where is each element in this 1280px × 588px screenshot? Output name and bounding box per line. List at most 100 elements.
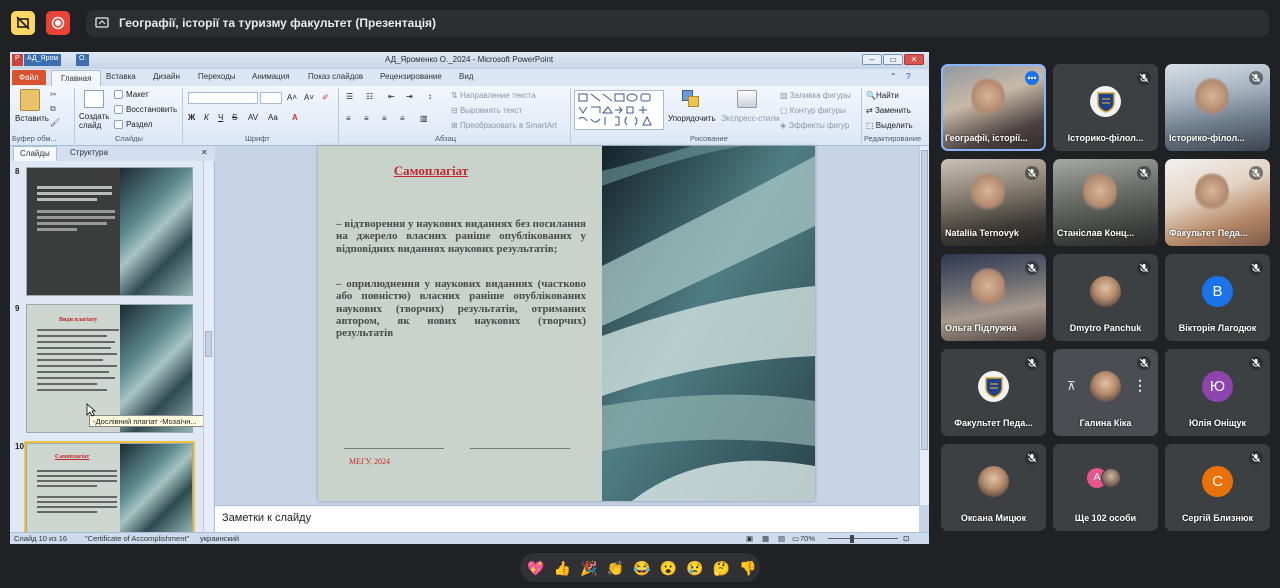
participant-tile[interactable]: Факультет Педа... bbox=[941, 349, 1046, 436]
reaction-sad-icon[interactable]: 😢 bbox=[686, 559, 704, 577]
font-size-box[interactable] bbox=[260, 92, 282, 104]
reaction-thumbs-up-icon[interactable]: 👍 bbox=[554, 559, 572, 577]
arrange-button[interactable]: Упорядочить bbox=[668, 114, 716, 123]
text-direction-button[interactable]: ⇅ Направление текста bbox=[451, 91, 536, 100]
tab-slideshow[interactable]: Показ слайдов bbox=[308, 72, 363, 81]
reaction-clap-icon[interactable]: 👏 bbox=[607, 559, 625, 577]
tab-slides[interactable]: Слайды bbox=[13, 146, 57, 161]
pin-icon[interactable]: ⊼ bbox=[1067, 379, 1076, 393]
participant-tile[interactable]: С Сергій Близнюк bbox=[1165, 444, 1270, 531]
tab-home[interactable]: Главная bbox=[51, 70, 102, 86]
notes-pane[interactable]: Заметки к слайду bbox=[215, 505, 919, 532]
slide-thumbnail-selected[interactable]: Самоплагіат bbox=[24, 441, 195, 535]
more-options-icon[interactable]: ⋮ bbox=[1133, 377, 1147, 394]
zoom-level[interactable]: 70% bbox=[800, 534, 815, 543]
participant-tile[interactable]: Географії, історії... bbox=[941, 64, 1046, 151]
slideshow-view-icon[interactable]: ▭ bbox=[792, 534, 799, 543]
shape-effects-button[interactable]: ◈ Эффекты фигур bbox=[780, 121, 849, 130]
participant-tile[interactable]: Історико-філол... bbox=[1053, 64, 1158, 151]
reset-button[interactable]: Восстановить bbox=[126, 105, 177, 114]
indent-icon[interactable]: ⇥ bbox=[406, 92, 413, 101]
cut-icon[interactable]: ✂ bbox=[50, 90, 57, 99]
participant-tile[interactable]: Ольга Підлужна bbox=[941, 254, 1046, 341]
copy-icon[interactable]: ⧉ bbox=[50, 104, 56, 114]
tab-transitions[interactable]: Переходы bbox=[198, 72, 236, 81]
align-right-icon[interactable]: ≡ bbox=[382, 114, 387, 123]
tab-outline[interactable]: Структура bbox=[70, 148, 108, 157]
sorter-view-icon[interactable]: ▦ bbox=[762, 534, 769, 543]
slide-thumbnail[interactable]: Види плагіату bbox=[26, 304, 193, 433]
participant-tile[interactable]: Факультет Педа... bbox=[1165, 159, 1270, 246]
shapes-gallery[interactable] bbox=[574, 90, 664, 130]
tab-animation[interactable]: Анимация bbox=[252, 72, 290, 81]
editor-scrollbar[interactable] bbox=[919, 146, 929, 505]
line-spacing-icon[interactable]: ↕ bbox=[428, 92, 432, 101]
record-button[interactable] bbox=[46, 11, 70, 35]
reaction-surprised-icon[interactable]: 😮 bbox=[660, 559, 678, 577]
maximize-button[interactable]: ▭ bbox=[883, 54, 903, 65]
scrollbar-thumb[interactable] bbox=[921, 150, 928, 450]
grow-font-icon[interactable]: A˄ bbox=[287, 93, 297, 102]
shrink-font-icon[interactable]: A˅ bbox=[304, 93, 314, 102]
font-name-box[interactable] bbox=[188, 92, 258, 104]
task-chip-2[interactable]: О. bbox=[76, 54, 90, 66]
italic-icon[interactable]: К bbox=[204, 113, 209, 122]
participant-tile[interactable]: Nataliia Ternovyk bbox=[941, 159, 1046, 246]
underline-icon[interactable]: Ч bbox=[218, 113, 223, 122]
spacing-icon[interactable]: AV bbox=[248, 113, 258, 122]
participant-tile[interactable]: Dmytro Panchuk bbox=[1053, 254, 1158, 341]
slides-panel-scrollbar[interactable] bbox=[203, 161, 213, 532]
presentation-banner[interactable]: Географії, історії та туризму факультет … bbox=[86, 10, 1269, 37]
find-button[interactable]: 🔍Найти bbox=[866, 91, 899, 100]
participant-tile[interactable]: Історико-філол... bbox=[1165, 64, 1270, 151]
participant-tile[interactable]: А Ще 102 особи bbox=[1053, 444, 1158, 531]
new-slide-icon[interactable] bbox=[84, 90, 104, 108]
reaction-party-icon[interactable]: 🎉 bbox=[580, 559, 598, 577]
tab-view[interactable]: Вид bbox=[459, 72, 473, 81]
numbering-icon[interactable]: ☷ bbox=[366, 92, 373, 101]
align-text-button[interactable]: ⊟ Выровнять текст bbox=[451, 106, 522, 115]
bold-icon[interactable]: Ж bbox=[188, 113, 195, 122]
pin-presentation-button[interactable] bbox=[11, 11, 35, 35]
minimize-button[interactable]: – bbox=[862, 54, 882, 65]
justify-icon[interactable]: ≡ bbox=[400, 114, 405, 123]
participant-tile[interactable]: В Вікторія Лагодюк bbox=[1165, 254, 1270, 341]
close-panel-icon[interactable]: ✕ bbox=[201, 148, 208, 157]
tab-insert[interactable]: Вставка bbox=[106, 72, 136, 81]
fit-slide-icon[interactable]: ⊡ bbox=[903, 534, 909, 543]
format-painter-icon[interactable]: 🖌 bbox=[50, 118, 60, 127]
slide-thumbnail[interactable] bbox=[26, 167, 193, 296]
clear-format-icon[interactable]: ✐ bbox=[322, 93, 329, 102]
outdent-icon[interactable]: ⇤ bbox=[388, 92, 395, 101]
task-chip-1[interactable]: АД_Яром bbox=[24, 54, 62, 66]
layout-button[interactable]: Макет bbox=[126, 90, 149, 99]
case-icon[interactable]: Aa bbox=[268, 113, 278, 122]
tab-review[interactable]: Рецензирование bbox=[380, 72, 442, 81]
replace-button[interactable]: ⇄ Заменить bbox=[866, 106, 911, 115]
current-slide[interactable]: Самоплагіат – відтворення у наукових вид… bbox=[318, 146, 815, 501]
paste-button[interactable]: Вставить bbox=[15, 114, 49, 123]
ribbon-minimize-icon[interactable]: ⌃ bbox=[890, 72, 897, 81]
reading-view-icon[interactable]: ▤ bbox=[778, 534, 785, 543]
tab-file[interactable]: Файл bbox=[12, 70, 46, 85]
zoom-slider[interactable] bbox=[828, 538, 898, 539]
columns-icon[interactable]: ▥ bbox=[420, 114, 428, 123]
section-button[interactable]: Раздел bbox=[126, 120, 152, 129]
smartart-button[interactable]: ⊞ Преобразовать в SmartArt bbox=[451, 121, 557, 130]
reaction-heart-icon[interactable]: 💖 bbox=[527, 559, 545, 577]
reaction-thumbs-down-icon[interactable]: 👎 bbox=[739, 559, 757, 577]
bullets-icon[interactable]: ☰ bbox=[346, 92, 353, 101]
participant-tile[interactable]: Станіслав Конц... bbox=[1053, 159, 1158, 246]
close-window-button[interactable]: ✕ bbox=[904, 54, 924, 65]
participant-tile[interactable]: ⊼ ⋮ Галина Кіка bbox=[1053, 349, 1158, 436]
scrollbar-thumb[interactable] bbox=[205, 331, 212, 357]
tab-design[interactable]: Дизайн bbox=[153, 72, 180, 81]
normal-view-icon[interactable]: ▣ bbox=[746, 534, 753, 543]
select-button[interactable]: ⬚ Выделить bbox=[866, 121, 913, 130]
shape-outline-button[interactable]: ▢ Контур фигуры bbox=[780, 106, 846, 115]
help-icon[interactable]: ? bbox=[906, 72, 910, 81]
participant-tile[interactable]: Ю Юлія Оніщук bbox=[1165, 349, 1270, 436]
create-slide-button[interactable]: Создать слайд bbox=[79, 112, 111, 130]
strikethrough-icon[interactable]: S bbox=[232, 113, 237, 122]
align-center-icon[interactable]: ≡ bbox=[364, 114, 369, 123]
